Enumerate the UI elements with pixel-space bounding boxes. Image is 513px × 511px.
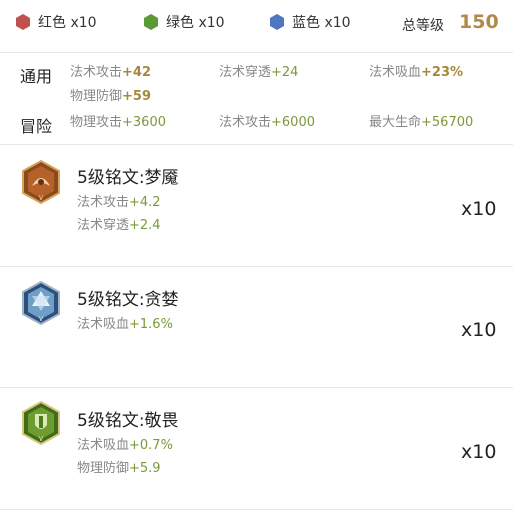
divider (0, 509, 513, 510)
rune-count: x10 (461, 198, 497, 220)
red-gem-count: 红色 x10 (38, 15, 97, 31)
rune-title: 5级铭文:贪婪 (77, 290, 179, 310)
rune-count: x10 (461, 319, 497, 341)
rune-summary-bar: 红色 x10 绿色 x10 蓝色 x10 总等级 150 (0, 0, 513, 50)
awe-rune-icon: V (22, 401, 60, 445)
adventure-section-label: 冒险 (20, 117, 53, 136)
general-section-label: 通用 (20, 67, 53, 86)
stat-general-1: 法术攻击+42 (70, 65, 151, 80)
total-level-label: 总等级 (402, 18, 444, 34)
green-gem-icon (144, 14, 158, 30)
rune-stat: 法术吸血+0.7% (77, 438, 173, 453)
rune-stat: 法术吸血+1.6% (77, 317, 173, 332)
rune-card-awe[interactable]: V 5级铭文:敬畏 法术吸血+0.7% 物理防御+5.9 x10 (0, 388, 513, 509)
stat-general-2: 法术穿透+24 (219, 65, 299, 80)
rune-stat: 物理防御+5.9 (77, 461, 161, 476)
stat-adventure-3: 最大生命+56700 (369, 115, 474, 130)
green-gem-count: 绿色 x10 (166, 15, 225, 31)
stat-adventure-1: 物理攻击+3600 (70, 115, 166, 130)
rune-count: x10 (461, 441, 497, 463)
blue-gem-icon (270, 14, 284, 30)
rune-card-greed[interactable]: V 5级铭文:贪婪 法术吸血+1.6% x10 (0, 267, 513, 387)
rune-title: 5级铭文:梦魇 (77, 168, 179, 188)
red-gem-icon (16, 14, 30, 30)
stat-adventure-2: 法术攻击+6000 (219, 115, 315, 130)
rune-card-nightmare[interactable]: V 5级铭文:梦魇 法术攻击+4.2 法术穿透+2.4 x10 (0, 145, 513, 266)
nightmare-rune-icon: V (22, 160, 60, 204)
rune-stat: 法术穿透+2.4 (77, 218, 161, 233)
stat-general-4: 物理防御+59 (70, 89, 151, 104)
stat-general-3: 法术吸血+23% (369, 65, 464, 80)
greed-rune-icon: V (22, 281, 60, 325)
blue-gem-count: 蓝色 x10 (292, 15, 351, 31)
rune-title: 5级铭文:敬畏 (77, 411, 179, 431)
divider (0, 52, 513, 53)
total-level-value: 150 (459, 11, 499, 33)
rune-stat: 法术攻击+4.2 (77, 195, 161, 210)
